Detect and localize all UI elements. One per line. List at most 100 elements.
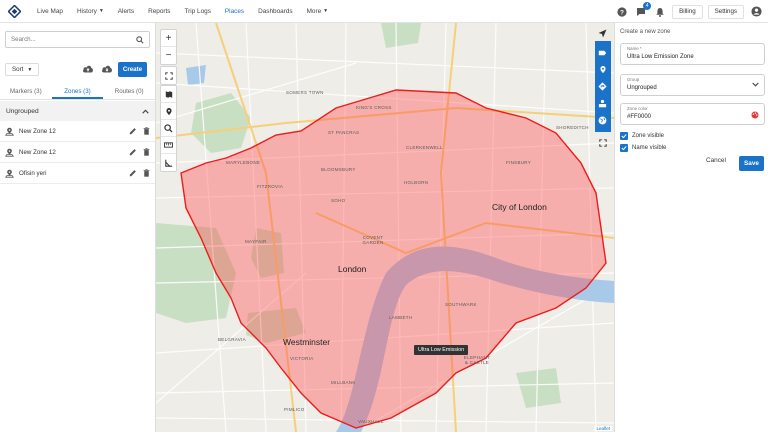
search-input[interactable]: [11, 36, 136, 43]
map-canvas[interactable]: SOMERS TOWN KING'S CROSS ST PANCRAS CLER…: [156, 23, 614, 432]
nav-trip-logs[interactable]: Trip Logs: [178, 0, 218, 23]
tab-zones[interactable]: Zones (3): [51, 84, 104, 99]
bell-icon[interactable]: [653, 5, 667, 19]
map-label-elephant-castle: ELEPHANT & CASTLE: [463, 355, 491, 365]
name-visible-checkbox[interactable]: Name visible: [620, 144, 666, 152]
nav-live-map-label: Live Map: [37, 7, 63, 15]
search-icon[interactable]: [136, 35, 144, 44]
group-header-ungrouped[interactable]: Ungrouped: [0, 101, 155, 121]
map-label-fitzrovia: FITZROVIA: [257, 184, 284, 189]
places-tabs: Markers (3) Zones (3) Routes (0): [0, 84, 155, 100]
map-label-finsbury: FINSBURY: [506, 160, 532, 165]
map-label-pimlico: PIMLICO: [284, 407, 305, 412]
map-pin-icon[interactable]: [161, 103, 176, 120]
delete-icon[interactable]: [143, 127, 150, 135]
search-location-icon[interactable]: [161, 120, 176, 137]
group-select[interactable]: Group Ungrouped: [620, 74, 765, 96]
tab-routes[interactable]: Routes (0): [103, 84, 155, 99]
account-avatar-icon[interactable]: [749, 5, 763, 19]
zone-list-item[interactable]: New Zone 12: [0, 142, 155, 163]
nav-history[interactable]: History ▼: [70, 0, 111, 23]
zone-marker-icon: [5, 169, 14, 178]
sort-button[interactable]: Sort ▼: [5, 63, 40, 76]
map-label-mayfair: MAYFAIR: [245, 239, 267, 244]
color-palette-icon[interactable]: [751, 111, 759, 121]
ruler-icon[interactable]: [161, 137, 176, 154]
angle-measure-icon[interactable]: [161, 154, 176, 171]
zone-visible-checkbox[interactable]: Zone visible: [620, 132, 664, 140]
map-label-belgravia: BELGRAVIA: [218, 337, 246, 342]
nav-places[interactable]: Places: [218, 0, 251, 23]
map-label-covent-garden: COVENT GARDEN: [362, 235, 384, 245]
cloud-download-icon[interactable]: [101, 64, 113, 75]
cloud-upload-icon[interactable]: [82, 64, 94, 75]
settings-button[interactable]: Settings: [707, 4, 744, 19]
group-label: Ungrouped: [6, 107, 39, 115]
app-logo-icon[interactable]: [7, 4, 21, 18]
group-tool-icon[interactable]: [595, 96, 611, 111]
edit-icon[interactable]: [129, 148, 137, 156]
zone-name-field[interactable]: Name * Ultra Low Emission Zone: [620, 43, 765, 65]
zoom-in-button[interactable]: +: [161, 30, 176, 47]
map-label-city-of-london: City of London: [492, 202, 547, 212]
navigation-arrow-icon[interactable]: [595, 26, 611, 41]
nav-alerts[interactable]: Alerts: [111, 0, 141, 23]
tab-markers[interactable]: Markers (3): [0, 84, 52, 99]
drawing-toolbar: [591, 23, 614, 432]
map-layers-icon[interactable]: [161, 86, 176, 103]
fullscreen-control: [160, 66, 177, 85]
checkmark-icon[interactable]: [620, 132, 628, 140]
map-label-holborn: HOLBORN: [404, 180, 429, 185]
help-icon[interactable]: ?: [615, 5, 629, 19]
create-button[interactable]: Create: [118, 62, 147, 77]
zone-marker-icon: [5, 148, 14, 157]
sort-label: Sort: [12, 66, 24, 73]
rectangle-tool-icon[interactable]: [595, 45, 611, 60]
zone-color-field[interactable]: Zone color #FF0000: [620, 103, 765, 125]
cancel-button[interactable]: Cancel: [706, 157, 726, 164]
nav-more-label: More: [306, 7, 322, 15]
zone-list-item[interactable]: Ofisin yeri: [0, 163, 155, 184]
top-navigation-bar: Live Map History ▼ Alerts Reports Trip Lo…: [0, 0, 768, 23]
edit-icon[interactable]: [129, 169, 137, 177]
zone-name-field-value[interactable]: Ultra Low Emission Zone: [627, 54, 694, 60]
nav-places-label: Places: [224, 7, 245, 15]
map-label-london: London: [338, 264, 367, 274]
billing-button[interactable]: Billing: [672, 4, 703, 19]
drawing-tools-group: [594, 41, 611, 132]
nav-dashboards[interactable]: Dashboards: [251, 0, 299, 23]
zoom-control: + −: [160, 29, 177, 65]
zone-list: New Zone 12 New Zone 12 Ofisin yeri: [0, 121, 155, 184]
zone-list-item[interactable]: New Zone 12: [0, 121, 155, 142]
zoom-out-button[interactable]: −: [161, 47, 176, 64]
nav-reports[interactable]: Reports: [141, 0, 177, 23]
group-select-label: Group: [627, 77, 640, 82]
checkmark-icon[interactable]: [620, 144, 628, 152]
map-label-soho: SOHO: [331, 198, 346, 203]
nav-live-map[interactable]: Live Map: [30, 0, 70, 23]
zone-color-field-value[interactable]: #FF0000: [627, 114, 651, 120]
route-tool-icon[interactable]: [595, 79, 611, 94]
marker-tool-icon[interactable]: [595, 62, 611, 77]
nav-more[interactable]: More ▼: [300, 0, 336, 23]
nav-alerts-label: Alerts: [117, 7, 135, 15]
map-label-st-pancras: ST PANCRAS: [328, 130, 360, 135]
save-button[interactable]: Save: [739, 156, 764, 171]
name-visible-label: Name visible: [632, 145, 667, 151]
chevron-up-icon[interactable]: [142, 109, 149, 114]
chevron-down-icon[interactable]: [752, 82, 759, 89]
delete-icon[interactable]: [143, 148, 150, 156]
globe-icon[interactable]: [595, 113, 611, 128]
messages-icon[interactable]: 4: [634, 1, 652, 19]
delete-icon[interactable]: [143, 169, 150, 177]
search-box[interactable]: [5, 31, 150, 48]
fullscreen-icon[interactable]: [161, 67, 176, 84]
nav-dashboards-label: Dashboards: [258, 7, 293, 15]
group-select-value[interactable]: Ungrouped: [627, 85, 657, 91]
map-label-marylebone: MARYLEBONE: [226, 160, 261, 165]
zone-name: New Zone 12: [19, 148, 56, 156]
zone-visible-label: Zone visible: [632, 133, 665, 139]
expand-icon[interactable]: [595, 135, 611, 150]
edit-icon[interactable]: [129, 127, 137, 135]
map-label-westminster: Westminster: [283, 337, 331, 347]
